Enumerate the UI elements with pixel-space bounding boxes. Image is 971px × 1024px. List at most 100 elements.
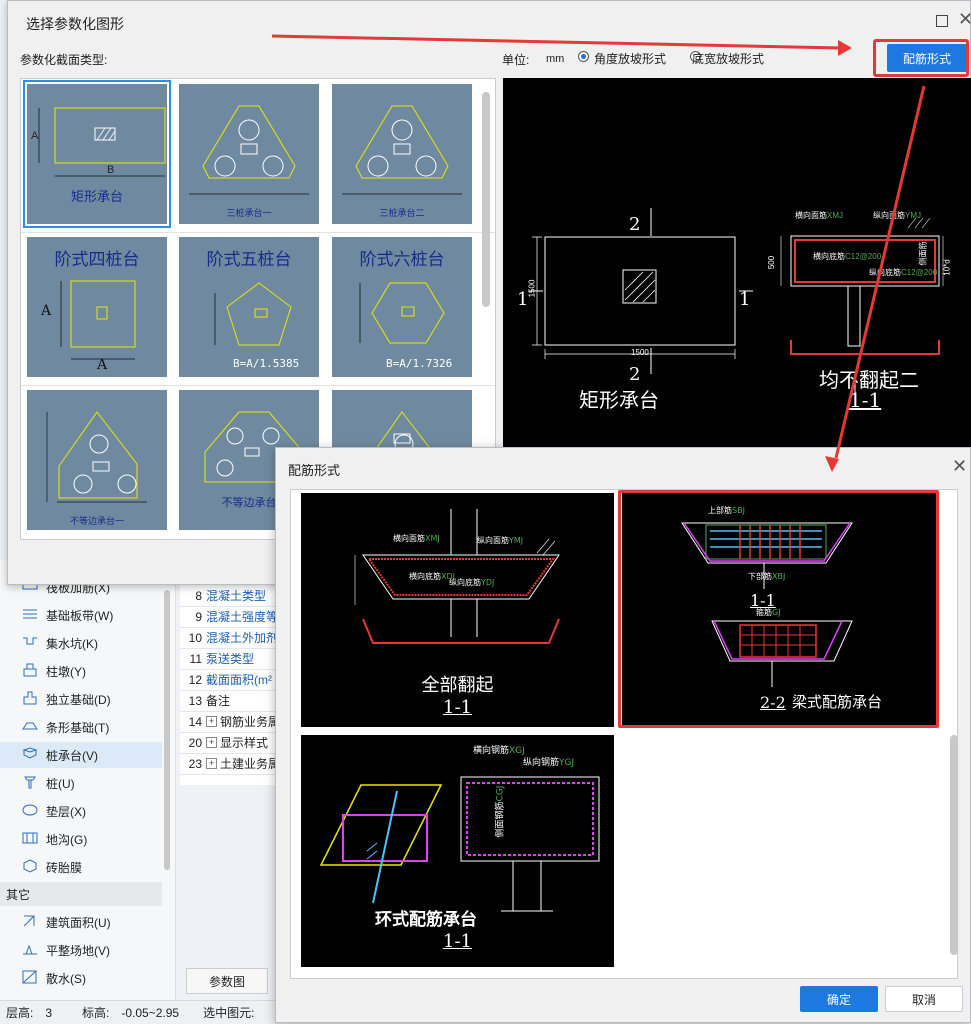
dim-a-label: A <box>31 130 39 142</box>
expand-icon[interactable]: + <box>206 737 217 748</box>
option-all-bent-up[interactable]: 横向面筋XMJ 纵向面筋YMJ 横向底筋XDJ 纵向底筋YDJ 全部翻起 1-1 <box>301 493 614 727</box>
thumb-step-four-pile[interactable]: 阶式四桩台 A A <box>27 237 167 377</box>
cancel-button[interactable]: 取消 <box>885 986 963 1012</box>
sidebar-item-strip-footing[interactable]: 条形基础(T) <box>0 714 162 740</box>
thumb-label: 阶式六桩台 <box>359 250 445 270</box>
sidebar-item-column-pier[interactable]: 柱墩(Y) <box>0 658 162 684</box>
option-ring-rebar[interactable]: 横向钢筋XGJ 纵向钢筋YGJ 侧面钢筋CGJ 环式配筋承台 1-1 <box>301 735 614 967</box>
thumb-label: 阶式五桩台 <box>206 250 292 270</box>
dim-side-rebar: 侧面筋 <box>918 241 928 266</box>
height-dimension: 1500 <box>527 279 537 298</box>
prop-row[interactable]: 13 备注 <box>180 690 280 712</box>
sidebar-item-sump[interactable]: 集水坑(K) <box>0 630 162 656</box>
thumb-label: 三桩承台一 <box>226 209 272 219</box>
pile-icon <box>22 775 40 791</box>
preview-section-label: 1-1 <box>849 388 882 412</box>
sidebar-scrollbar[interactable] <box>164 590 170 870</box>
ok-button[interactable]: 确定 <box>800 986 878 1012</box>
prop-row[interactable]: 11 泵送类型 <box>180 648 280 670</box>
sidebar-item-label: 地沟(G) <box>46 832 88 847</box>
label-code: CGJ <box>495 785 506 802</box>
prop-row[interactable]: 14 + 钢筋业务属 <box>180 711 280 733</box>
label-transverse-top: 横向面筋XMJ <box>795 210 843 221</box>
dialog-title: 配筋形式 <box>288 463 341 478</box>
prop-name: 泵送类型 <box>206 652 255 666</box>
param-diagram-button[interactable]: 参数图 <box>186 968 268 994</box>
row-number: 8 <box>195 588 202 603</box>
row-number: 23 <box>188 756 202 771</box>
thumb-rect-cap[interactable]: A B 矩形承台 <box>23 80 171 228</box>
expand-icon[interactable]: + <box>206 716 217 727</box>
unit-label: 单位: <box>502 53 530 67</box>
dim-10d: 10*d <box>942 259 952 276</box>
floor-height-label: 层高: <box>6 1006 34 1020</box>
leveling-icon <box>22 942 40 958</box>
sidebar-item-apron[interactable]: 散水(S) <box>0 965 162 991</box>
radio-angle-slope[interactable] <box>578 51 589 62</box>
pier-icon <box>22 663 40 679</box>
prop-row[interactable]: 8 混凝土类型 <box>180 585 280 607</box>
sidebar-item-label: 散水(S) <box>46 971 86 986</box>
close-icon[interactable]: ✕ <box>958 9 971 30</box>
sidebar-item-cushion[interactable]: 垫层(X) <box>0 798 162 824</box>
section-mark-right: 1 <box>739 289 751 310</box>
prop-name: 土建业务属 <box>220 757 280 771</box>
sidebar-item-trench[interactable]: 地沟(G) <box>0 826 162 852</box>
label-text: 纵向面筋 <box>873 211 905 220</box>
row-number: 12 <box>188 672 202 687</box>
thumb-unequal-cap-1[interactable]: 不等边承台一 <box>27 390 167 530</box>
button-label: 取消 <box>911 992 936 1007</box>
divider <box>21 385 495 386</box>
sidebar-group-other[interactable]: 其它 <box>0 882 162 906</box>
selected-label: 选中图元: <box>203 1006 255 1020</box>
thumb-label: 阶式四桩台 <box>54 250 140 270</box>
prop-name: 备注 <box>206 694 231 708</box>
sidebar-item-pile-cap[interactable]: 桩承台(V) <box>0 742 162 768</box>
label-code: C12@200 <box>845 252 882 261</box>
grid-scrollbar[interactable] <box>482 92 490 307</box>
sidebar-item-brick-mold[interactable]: 砖胎膜 <box>0 854 162 880</box>
highlight-box <box>873 39 969 77</box>
expand-icon[interactable]: + <box>206 758 217 769</box>
sidebar-item-label: 柱墩(Y) <box>46 664 86 679</box>
formula-label: B=A/1.7326 <box>386 357 453 370</box>
radio-width-label[interactable]: 底宽放坡形式 <box>692 50 764 67</box>
thumb-step-six-pile[interactable]: 阶式六桩台 B=A/1.7326 <box>332 237 472 377</box>
thumb-label: 不等边承台一 <box>69 517 124 527</box>
prop-row[interactable]: 23 + 土建业务属 <box>180 753 280 775</box>
property-grid: 8 混凝土类型 9 混凝土强度等 10 混凝土外加剂 11 泵送类型 12 截面面积(m²… <box>180 585 280 785</box>
section-type-label: 参数化截面类型: <box>20 53 108 67</box>
sidebar-item-isolated-footing[interactable]: 独立基础(D) <box>0 686 162 712</box>
radio-angle-label[interactable]: 角度放坡形式 <box>594 50 666 67</box>
button-label: 确定 <box>826 992 851 1007</box>
option-scrollbar[interactable] <box>950 735 958 955</box>
label-code: YGJ <box>559 758 575 768</box>
prop-row[interactable]: 12 截面面积(m² <box>180 669 280 691</box>
sidebar-item-label: 建筑面积(U) <box>46 915 111 930</box>
sump-icon <box>22 635 40 651</box>
label-longitudinal-top: 纵向面筋YMJ <box>873 210 921 221</box>
floor-height-value: 3 <box>45 1005 53 1020</box>
label-text: 纵向面筋 <box>477 536 509 545</box>
thumb-three-pile-2[interactable]: 三桩承台二 <box>332 84 472 224</box>
shape-preview-canvas: 2 2 1 1 1500 1500 矩形承台 均不翻起二 1-1 横向面筋XMJ… <box>503 78 971 452</box>
sidebar-item-site-leveling[interactable]: 平整场地(V) <box>0 937 162 963</box>
maximize-icon[interactable] <box>936 15 948 27</box>
highlight-box <box>618 490 939 728</box>
row-number: 14 <box>188 714 202 729</box>
label-long-bottom: 纵向底筋YDJ <box>449 577 494 588</box>
prop-row[interactable]: 9 混凝土强度等 <box>180 606 280 628</box>
thumb-three-pile-1[interactable]: 三桩承台一 <box>179 84 319 224</box>
prop-row[interactable]: 10 混凝土外加剂 <box>180 627 280 649</box>
prop-row[interactable]: 20 + 显示样式 <box>180 732 280 754</box>
divider <box>21 232 495 233</box>
preview-title-left: 矩形承台 <box>579 388 659 412</box>
label-code: XMJ <box>425 534 440 543</box>
sidebar-item-pile[interactable]: 桩(U) <box>0 770 162 796</box>
sidebar-item-foundation-strip[interactable]: 基础板带(W) <box>0 602 162 628</box>
label-long-rebar: 纵向钢筋YGJ <box>523 755 574 768</box>
close-icon[interactable]: ✕ <box>952 456 967 477</box>
prop-name: 混凝土强度等 <box>206 610 279 624</box>
thumb-step-five-pile[interactable]: 阶式五桩台 B=A/1.5385 <box>179 237 319 377</box>
sidebar-item-building-area[interactable]: 建筑面积(U) <box>0 909 162 935</box>
